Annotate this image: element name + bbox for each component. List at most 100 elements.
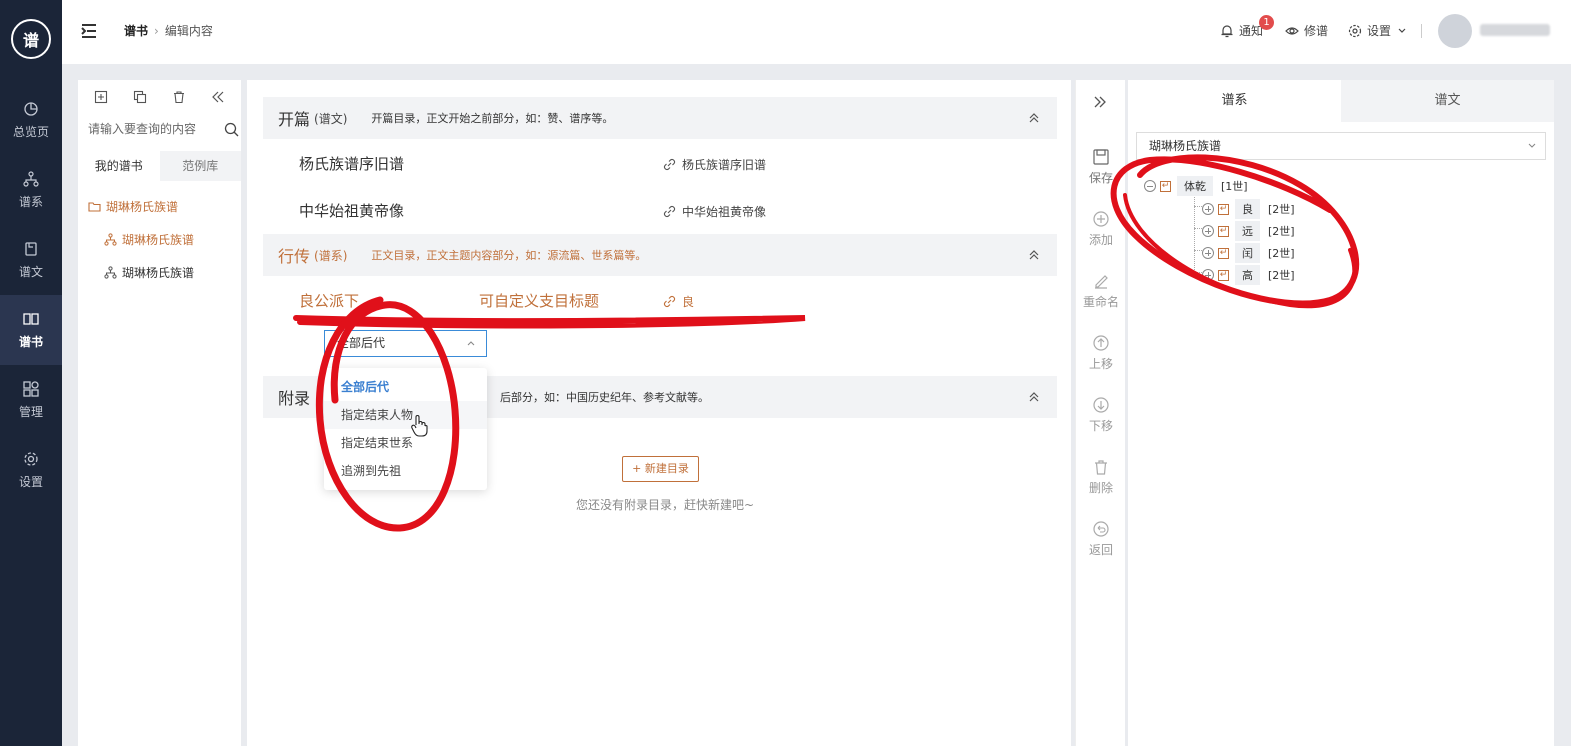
section-header-biography[interactable]: 行传 (谱系) 正文目录，正文主题内容部分，如：源流篇、世系篇等。 — [263, 234, 1057, 276]
checkbox[interactable]: ↵ — [1218, 225, 1229, 237]
edit-genealogy-button[interactable]: 修谱 — [1285, 22, 1328, 39]
undo-icon — [1093, 521, 1109, 537]
nav-item-lineage[interactable]: 谱系 — [0, 155, 62, 225]
book-tabs: 我的谱书 范例库 — [78, 151, 241, 181]
checkbox[interactable]: ↵ — [1218, 269, 1229, 281]
tool-label: 删除 — [1088, 481, 1113, 495]
tab-lineage[interactable]: 谱系 — [1128, 80, 1341, 122]
collapse-icon[interactable] — [1144, 180, 1156, 192]
nav-item-settings[interactable]: 设置 — [0, 435, 62, 505]
grid-icon — [23, 380, 39, 397]
dropdown-option[interactable]: 指定结束世系 — [324, 429, 487, 457]
dropdown-option[interactable]: 全部后代 — [324, 373, 487, 401]
rename-button[interactable]: 重命名 — [1076, 272, 1126, 310]
add-file-icon[interactable] — [94, 90, 108, 104]
tree-node[interactable]: ↵ 远 [2世] — [1202, 221, 1295, 241]
entry-link[interactable]: 中华始祖黄帝像 — [663, 203, 766, 220]
delete-button[interactable]: 删除 — [1076, 458, 1126, 496]
collapse-up-icon[interactable] — [1027, 390, 1041, 404]
expand-icon[interactable] — [1202, 225, 1214, 237]
nav-item-overview[interactable]: 总览页 — [0, 85, 62, 155]
entry-title[interactable]: 杨氏族谱序旧谱 — [299, 153, 404, 174]
avatar[interactable] — [1438, 14, 1472, 48]
book-list-panel: 请输入要查询的内容 我的谱书 范例库 瑚琳杨氏族谱 瑚琳杨氏族谱 瑚琳杨氏族谱 — [78, 80, 241, 746]
select-value: 瑚琳杨氏族谱 — [1149, 139, 1222, 153]
scope-dropdown-menu: 全部后代 指定结束人物 指定结束世系 追溯到先祖 — [324, 368, 487, 490]
genealogy-select[interactable]: 瑚琳杨氏族谱 — [1136, 132, 1546, 160]
section-header-opening[interactable]: 开篇 (谱文) 开篇目录，正文开始之前部分，如：赞、谱序等。 — [263, 97, 1057, 139]
notify-button[interactable]: 通知 — [1220, 22, 1263, 39]
entry-title[interactable]: 良公派下 — [299, 290, 359, 311]
breadcrumb-item[interactable]: 谱书 — [124, 22, 148, 39]
checkbox[interactable]: ↵ — [1218, 203, 1229, 215]
nav-item-text[interactable]: 谱文 — [0, 225, 62, 295]
custom-branch-title[interactable]: 可自定义支目标题 — [479, 290, 599, 311]
tree-node[interactable]: ↵ 良 [2世] — [1202, 199, 1295, 219]
user-name-blurred[interactable] — [1480, 24, 1550, 36]
chevron-down-icon — [1528, 143, 1536, 148]
add-button[interactable]: 添加 — [1076, 210, 1126, 248]
section-title: 行传 — [278, 247, 311, 266]
move-down-button[interactable]: 下移 — [1076, 396, 1126, 434]
book-tree-root[interactable]: 瑚琳杨氏族谱 — [88, 198, 178, 215]
tab-my-books[interactable]: 我的谱书 — [78, 151, 160, 181]
nav-item-manage[interactable]: 管理 — [0, 365, 62, 435]
entry-link[interactable]: 良 — [663, 293, 694, 310]
node-name: 高 — [1235, 265, 1260, 285]
left-toolbar — [78, 80, 241, 104]
book-tree-child[interactable]: 瑚琳杨氏族谱 — [104, 264, 194, 281]
node-name: 远 — [1235, 221, 1260, 241]
collapse-up-icon[interactable] — [1027, 248, 1041, 262]
dropdown-option[interactable]: 追溯到先祖 — [324, 457, 487, 485]
trash-icon[interactable] — [172, 90, 186, 104]
section-title: 附录 — [278, 389, 311, 408]
tree-node[interactable]: ↵ 闰 [2世] — [1202, 243, 1295, 263]
collapse-up-icon[interactable] — [1027, 111, 1041, 125]
nav-label: 谱文 — [18, 264, 43, 279]
dropdown-option[interactable]: 指定结束人物 — [324, 401, 487, 429]
edit-label: 修谱 — [1304, 24, 1329, 38]
book-content-panel: 开篇 (谱文) 开篇目录，正文开始之前部分，如：赞、谱序等。 杨氏族谱序旧谱 杨… — [247, 80, 1071, 746]
tree-connector — [1194, 228, 1202, 229]
section-subtitle: (谱文) — [314, 111, 348, 126]
save-button[interactable]: 保存 — [1076, 148, 1126, 186]
menu-fold-icon[interactable] — [80, 22, 98, 40]
settings-dropdown[interactable]: 设置 — [1348, 22, 1412, 39]
trash-icon — [1095, 460, 1107, 475]
chevron-down-icon — [1398, 28, 1406, 33]
search-icon[interactable] — [224, 122, 239, 137]
descendant-scope-select[interactable]: 全部后代 — [324, 330, 487, 357]
tree-node-root[interactable]: ↵ 体乾 [1世] — [1144, 176, 1248, 196]
tab-text[interactable]: 谱文 — [1341, 80, 1554, 122]
copy-icon[interactable] — [133, 90, 147, 104]
tool-column: 保存 添加 重命名 上移 下移 删除 返回 — [1075, 80, 1125, 746]
checkbox[interactable]: ↵ — [1218, 247, 1229, 259]
tab-examples[interactable]: 范例库 — [159, 151, 241, 181]
breadcrumb: 谱书 › 编辑内容 — [124, 22, 213, 39]
node-name: 闰 — [1235, 243, 1260, 263]
nav-label: 管理 — [18, 404, 43, 419]
expand-icon[interactable] — [1202, 269, 1214, 281]
tree-label: 瑚琳杨氏族谱 — [122, 266, 195, 280]
collapse-left-icon[interactable] — [211, 90, 225, 104]
expand-icon[interactable] — [1202, 247, 1214, 259]
node-generation: [2世] — [1268, 269, 1295, 282]
tree-node[interactable]: ↵ 高 [2世] — [1202, 265, 1295, 285]
breadcrumb-item: 编辑内容 — [164, 24, 213, 38]
new-directory-button[interactable]: + 新建目录 — [622, 456, 699, 482]
search-input[interactable]: 请输入要查询的内容 — [88, 120, 243, 144]
book-tree-child[interactable]: 瑚琳杨氏族谱 — [104, 231, 194, 248]
move-up-button[interactable]: 上移 — [1076, 334, 1126, 372]
expand-icon[interactable] — [1202, 203, 1214, 215]
lineage-icon — [104, 233, 117, 246]
nav-item-book[interactable]: 谱书 — [0, 295, 62, 365]
dashboard-icon — [24, 101, 38, 116]
entry-link[interactable]: 杨氏族谱序旧谱 — [663, 156, 766, 173]
back-button[interactable]: 返回 — [1076, 520, 1126, 558]
entry-title[interactable]: 中华始祖黄帝像 — [299, 200, 404, 221]
add-circle-icon — [1093, 211, 1109, 227]
expand-right-icon[interactable] — [1092, 94, 1108, 110]
nav-label: 谱系 — [18, 194, 43, 209]
checkbox[interactable]: ↵ — [1160, 180, 1171, 192]
pencil-icon — [1095, 275, 1108, 289]
